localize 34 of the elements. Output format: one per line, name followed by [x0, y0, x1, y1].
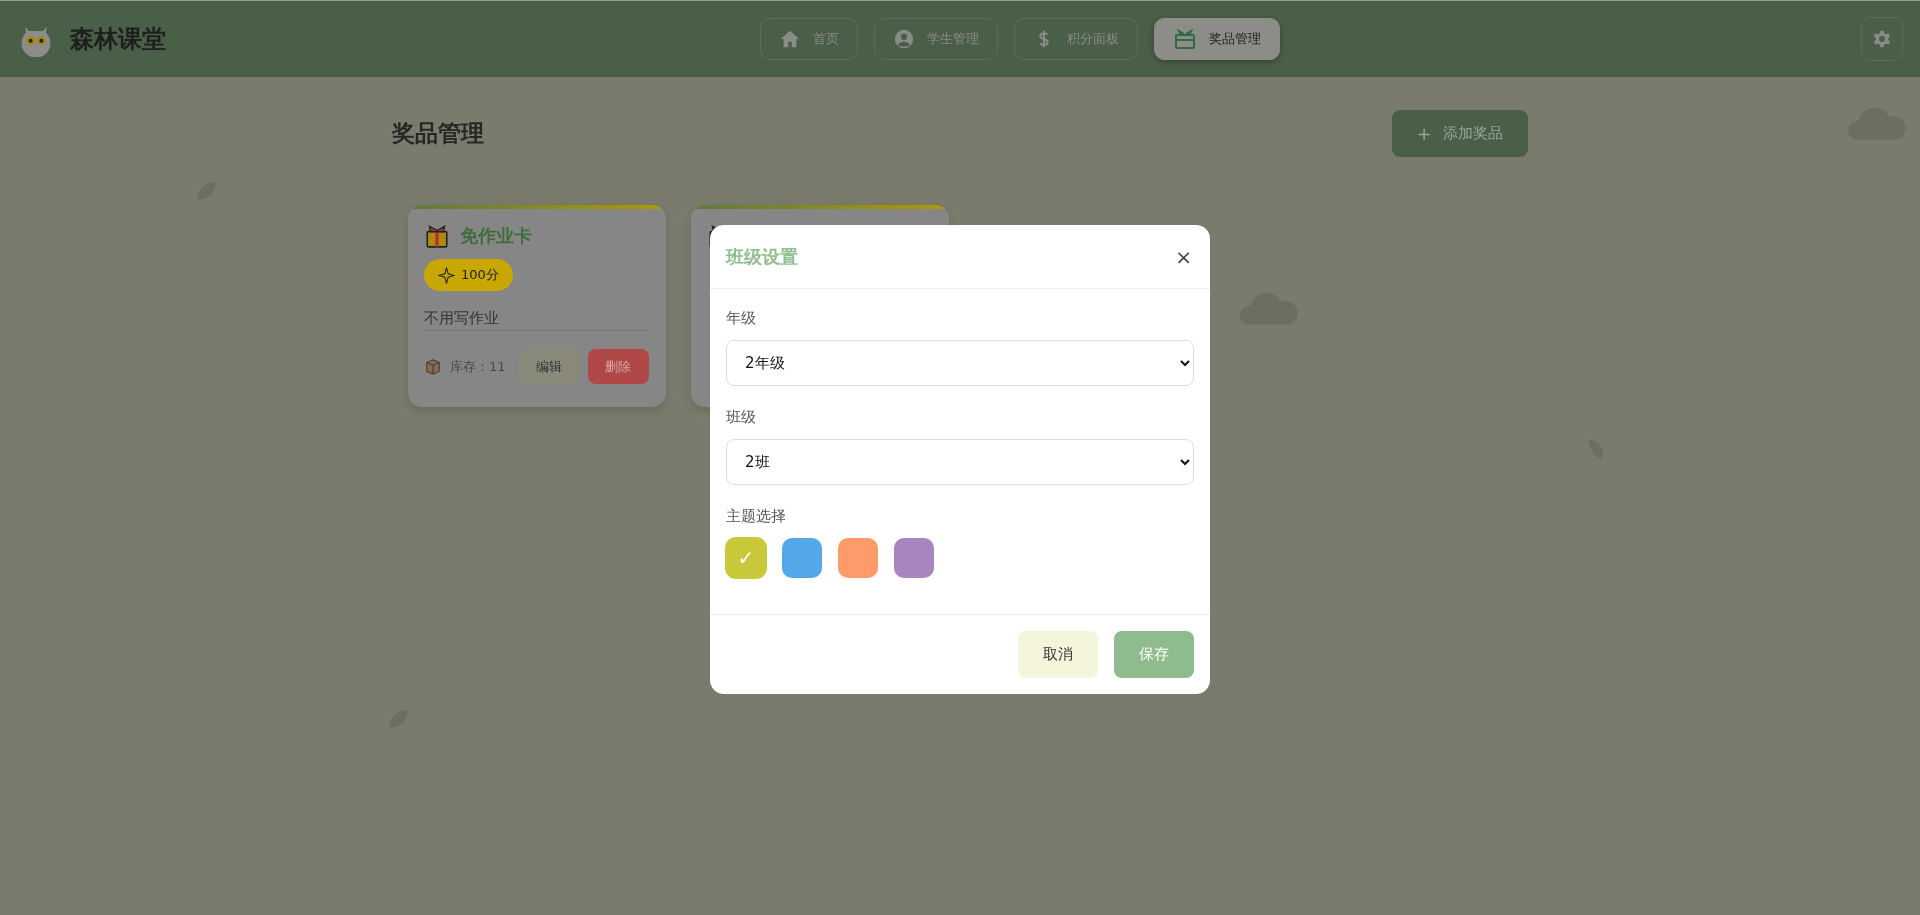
gift-icon	[424, 223, 450, 249]
page-title: 奖品管理	[392, 119, 484, 148]
dialog-title: 班级设置	[726, 244, 798, 269]
app-title: 森林课堂	[70, 24, 166, 55]
prize-description: 不用写作业	[424, 309, 650, 331]
close-button[interactable]: ×	[1173, 244, 1194, 269]
nav-tab[interactable]: 积分面板	[1013, 18, 1138, 60]
settings-button[interactable]	[1861, 17, 1903, 61]
gift-icon	[1172, 27, 1197, 51]
stock-count: 库存：11	[450, 357, 506, 376]
points-badge: 100分	[424, 259, 513, 291]
nav-tab[interactable]: 奖品管理	[1153, 18, 1280, 60]
home-icon	[778, 28, 801, 50]
settings-icon	[1872, 29, 1892, 49]
prize-name: 免作业卡	[460, 224, 532, 248]
theme-swatch[interactable]	[838, 538, 878, 578]
user-icon	[892, 28, 915, 50]
select-field[interactable]: 2班	[726, 439, 1194, 485]
delete-button[interactable]: 删除	[587, 349, 649, 384]
nav-tab[interactable]: 学生管理	[873, 18, 998, 60]
box-icon	[424, 357, 442, 376]
field-label: 年级	[726, 309, 757, 328]
theme-swatch[interactable]: ✓	[726, 538, 766, 578]
edit-button[interactable]: 编辑	[518, 349, 580, 384]
select-field[interactable]: 2年级	[726, 340, 1194, 386]
add-prize-button[interactable]: + 添加奖品	[1392, 110, 1528, 157]
cancel-button[interactable]: 取消	[1018, 631, 1098, 678]
theme-swatch[interactable]	[894, 538, 934, 578]
theme-swatch[interactable]	[782, 538, 822, 578]
sparkle-icon	[438, 266, 455, 284]
save-button[interactable]: 保存	[1114, 631, 1194, 678]
field-label: 主题选择	[726, 507, 787, 526]
field-label: 班级	[726, 408, 757, 427]
nav-tab[interactable]: 首页	[759, 18, 858, 60]
